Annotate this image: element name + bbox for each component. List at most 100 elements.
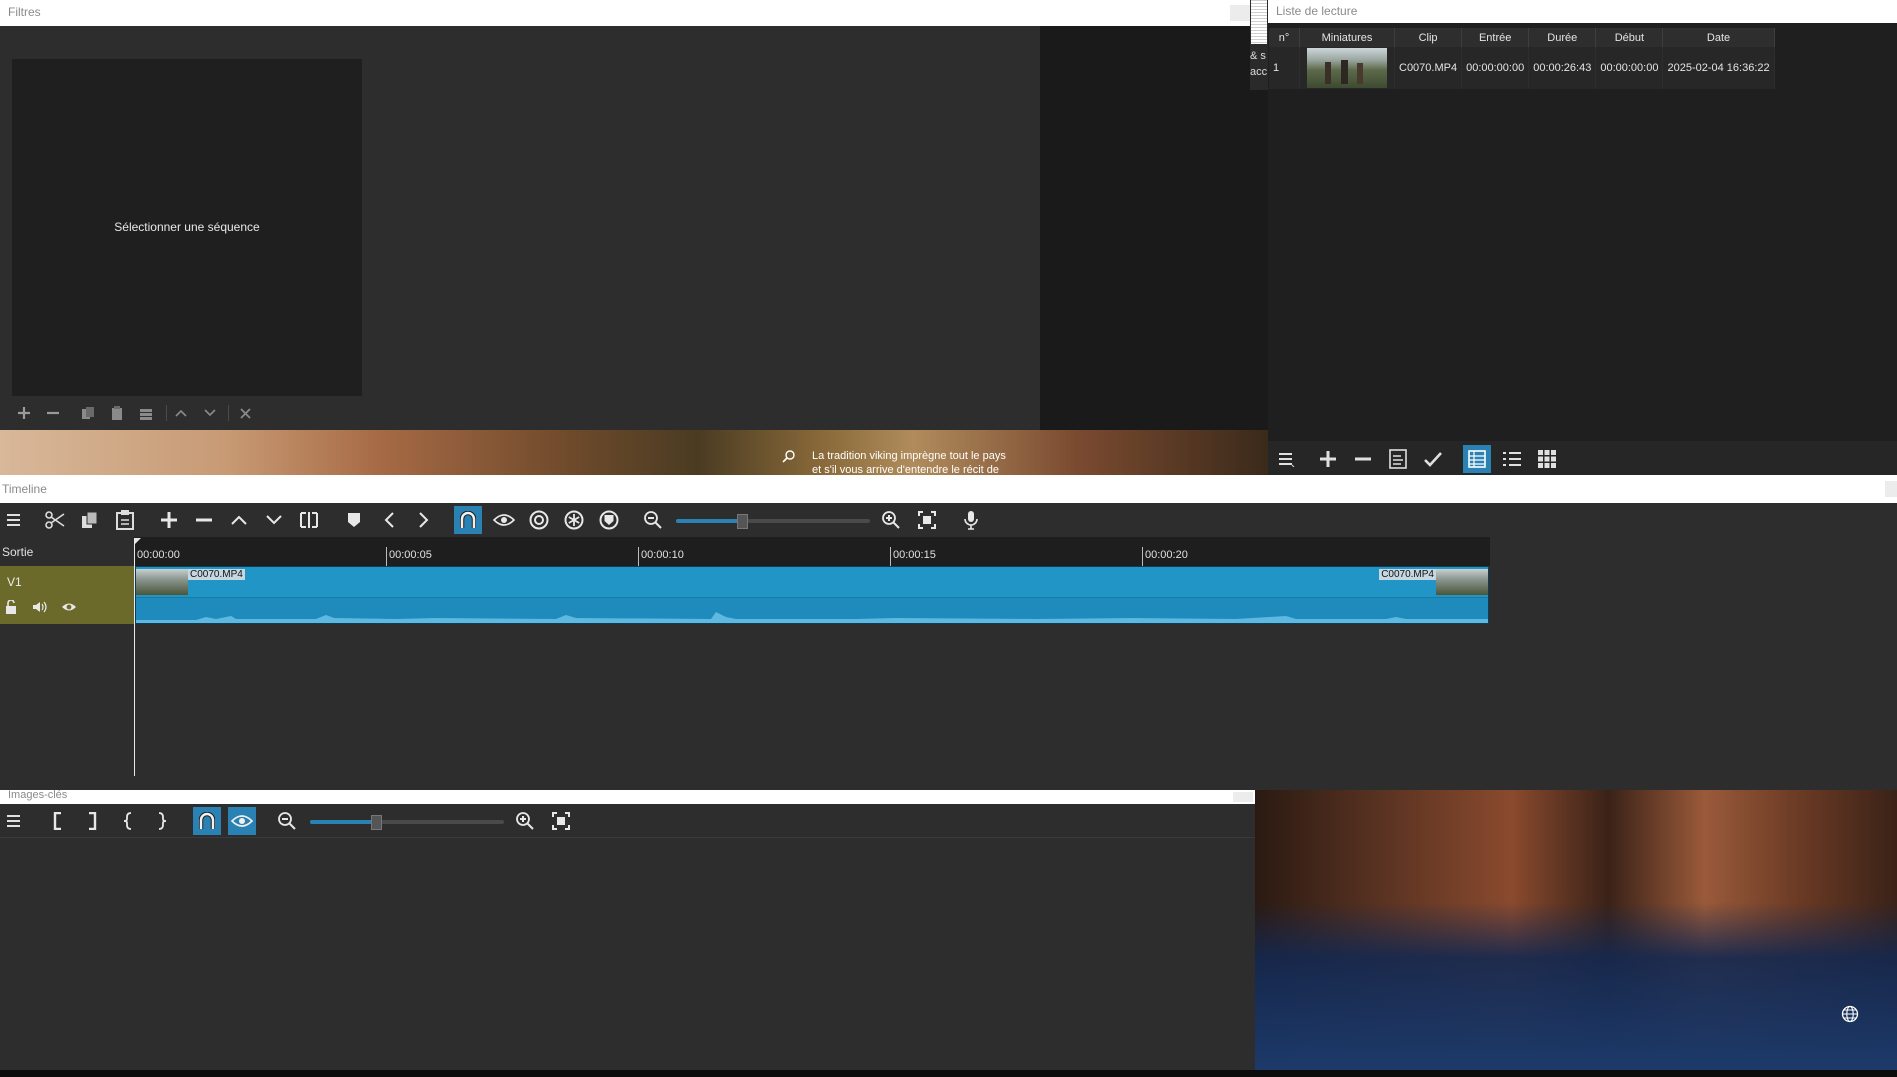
remove-icon xyxy=(1355,457,1371,461)
filter-deselect-button[interactable] xyxy=(235,403,255,423)
timeline-copy-button[interactable] xyxy=(78,508,102,532)
timeline-title: Timeline xyxy=(2,482,47,496)
timeline-zoom-out-button[interactable] xyxy=(641,508,665,532)
keyframes-scrub-button[interactable] xyxy=(228,807,256,835)
column-header-duration[interactable]: Durée xyxy=(1528,28,1597,47)
playlist-title: Liste de lecture xyxy=(1276,4,1358,18)
update-icon xyxy=(1389,449,1407,469)
playlist-menu-button[interactable] xyxy=(1275,447,1299,471)
keyframes-trim-out-button[interactable] xyxy=(80,809,104,833)
column-header-in[interactable]: Entrée xyxy=(1461,28,1530,47)
playlist-remove-button[interactable] xyxy=(1351,447,1375,471)
keyframes-zoom-in-button[interactable] xyxy=(513,809,537,833)
timeline-output-header: Sortie xyxy=(0,537,134,566)
playlist-check-button[interactable] xyxy=(1421,447,1445,471)
ruler-tick: 00:00:20 xyxy=(1142,547,1188,566)
ruler-tick: 00:00:05 xyxy=(386,547,432,566)
keyframes-ease-in-button[interactable] xyxy=(116,809,140,833)
track-header-v1[interactable]: V1 xyxy=(0,566,134,624)
column-header-date[interactable]: Date xyxy=(1662,28,1775,47)
timeline-append-button[interactable] xyxy=(157,508,181,532)
timeline-zoom-slider-handle[interactable] xyxy=(736,514,748,529)
column-header-thumbnails[interactable]: Miniatures xyxy=(1299,28,1395,47)
playlist-details-view-button[interactable] xyxy=(1463,445,1491,473)
speaker-icon xyxy=(33,601,47,613)
timeline-snap-button[interactable] xyxy=(454,506,482,534)
timeline-marker-button[interactable] xyxy=(342,508,366,532)
copy-icon xyxy=(82,407,94,419)
timeline-prev-marker-button[interactable] xyxy=(377,508,401,532)
zoom-out-icon xyxy=(644,511,662,529)
track-lock-button[interactable] xyxy=(5,599,19,614)
check-icon xyxy=(1424,452,1442,467)
keyframes-float-button[interactable] xyxy=(1233,792,1253,802)
keyframes-ease-out-button[interactable] xyxy=(150,809,174,833)
timeline-output-label: Sortie xyxy=(2,545,34,559)
keyframes-zoom-slider[interactable] xyxy=(310,815,504,830)
keyframes-panel xyxy=(0,804,1255,1070)
timeline-paste-button[interactable] xyxy=(113,508,137,532)
track-mute-button[interactable] xyxy=(32,600,48,614)
playlist-row-in: 00:00:00:00 xyxy=(1461,47,1530,89)
timeline-menu-button[interactable] xyxy=(3,508,27,532)
track-hide-button[interactable] xyxy=(61,600,77,614)
filter-save-preset-button[interactable] xyxy=(136,403,156,423)
filter-remove-button[interactable] xyxy=(43,403,63,423)
scissors-icon xyxy=(45,511,65,529)
ripple-all-icon xyxy=(564,510,584,530)
playlist-add-button[interactable] xyxy=(1316,447,1340,471)
keyframes-zoom-slider-handle[interactable] xyxy=(370,815,382,830)
timeline-ripple-button[interactable] xyxy=(527,508,551,532)
playlist-grid-view-button[interactable] xyxy=(1535,447,1559,471)
desktop-search-icon[interactable] xyxy=(781,449,797,465)
filter-copy-button[interactable] xyxy=(78,403,98,423)
playlist-titlebar-grip[interactable] xyxy=(1251,0,1267,44)
chevron-right-icon xyxy=(419,512,429,528)
filter-move-up-button[interactable] xyxy=(171,403,191,423)
timeline-playhead[interactable] xyxy=(134,538,135,776)
keyframes-trim-in-button[interactable] xyxy=(46,809,70,833)
timeline-next-marker-button[interactable] xyxy=(412,508,436,532)
copy-icon xyxy=(82,511,98,528)
timeline-cut-button[interactable] xyxy=(43,508,67,532)
timeline-zoom-slider[interactable] xyxy=(676,514,870,529)
column-header-number[interactable]: n° xyxy=(1269,28,1300,47)
timeline-split-button[interactable] xyxy=(297,508,321,532)
desktop-globe-icon[interactable] xyxy=(1841,1005,1859,1023)
playlist-row[interactable]: 1 C0070.MP4 00:00:00:00 00:00:26:43 00:0… xyxy=(1269,47,1775,89)
add-icon xyxy=(18,407,30,419)
timeline-ruler[interactable]: 00:00:00 00:00:05 00:00:10 00:00:15 00:0… xyxy=(134,537,1490,566)
filters-close-button[interactable] xyxy=(1230,5,1250,21)
timeline-ripple-all-button[interactable] xyxy=(562,508,586,532)
keyframes-snap-button[interactable] xyxy=(193,807,221,835)
timeline-remove-button[interactable] xyxy=(192,508,216,532)
timeline-float-button[interactable] xyxy=(1885,481,1897,497)
timeline-clip[interactable]: C0070.MP4 C0070.MP4 xyxy=(135,566,1489,624)
zoom-fit-icon xyxy=(552,812,570,830)
timeline-record-audio-button[interactable] xyxy=(959,508,983,532)
filter-move-down-button[interactable] xyxy=(200,403,220,423)
timeline-playhead-handle[interactable] xyxy=(134,538,141,545)
playlist-update-button[interactable] xyxy=(1386,447,1410,471)
filter-paste-button[interactable] xyxy=(107,403,127,423)
bracket-left-icon xyxy=(53,812,61,830)
timeline-zoom-fit-button[interactable] xyxy=(915,508,939,532)
keyframes-menu-button[interactable] xyxy=(3,809,27,833)
timeline-ripple-markers-button[interactable] xyxy=(597,508,621,532)
keyframes-zoom-out-button[interactable] xyxy=(275,809,299,833)
brace-left-icon xyxy=(123,812,132,830)
desktop-caption[interactable]: La tradition viking imprègne tout le pay… xyxy=(812,449,1006,477)
magnet-icon xyxy=(199,812,215,829)
timeline-overwrite-button[interactable] xyxy=(262,508,286,532)
column-header-clip[interactable]: Clip xyxy=(1394,28,1463,47)
timeline-scrub-button[interactable] xyxy=(492,508,516,532)
timeline-zoom-in-button[interactable] xyxy=(879,508,903,532)
keyframes-zoom-fit-button[interactable] xyxy=(549,809,573,833)
close-icon xyxy=(239,407,251,419)
playlist-list-view-button[interactable] xyxy=(1500,447,1524,471)
timeline-lift-button[interactable] xyxy=(227,508,251,532)
ruler-tick-label: 00:00:15 xyxy=(893,549,936,561)
ruler-tick-label: 00:00:20 xyxy=(1145,549,1188,561)
column-header-start[interactable]: Début xyxy=(1595,28,1664,47)
filter-add-button[interactable] xyxy=(14,403,34,423)
